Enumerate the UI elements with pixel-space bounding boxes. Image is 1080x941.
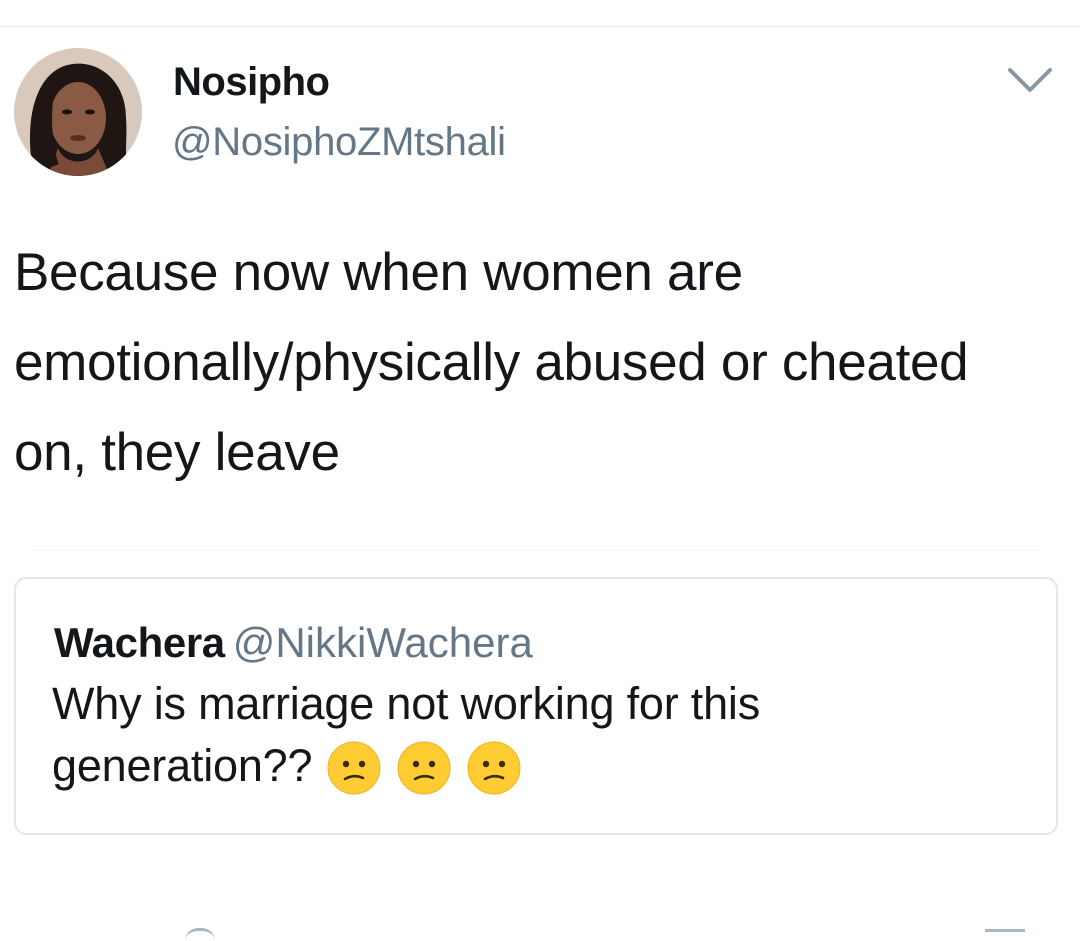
author-avatar[interactable] — [14, 48, 142, 176]
emoji-group — [326, 734, 536, 796]
top-divider — [0, 26, 1080, 27]
quoted-author-name: Wachera — [54, 619, 225, 666]
confused-face-icon — [396, 740, 452, 796]
author-handle[interactable]: @NosiphoZMtshali — [172, 120, 506, 165]
tweet-text: Because now when women are emotionally/p… — [14, 243, 969, 482]
quoted-tweet-text: Why is marriage not working for this gen… — [52, 673, 1032, 800]
reply-icon[interactable] — [185, 928, 215, 941]
confused-face-icon — [326, 740, 382, 796]
confused-face-icon — [466, 740, 522, 796]
profile-photo-icon — [14, 48, 142, 176]
tweet-actions-bar — [0, 920, 1080, 933]
quoted-author-handle: @NikkiWachera — [232, 619, 533, 666]
chevron-down-icon[interactable] — [1002, 60, 1058, 100]
content-divider — [30, 550, 1040, 551]
share-icon[interactable] — [985, 929, 1025, 938]
author-display-name[interactable]: Nosipho — [173, 60, 330, 105]
quoted-tweet-header: Wachera @NikkiWachera — [54, 619, 533, 667]
quoted-tweet-card[interactable]: Wachera @NikkiWachera Why is marriage not… — [14, 577, 1058, 835]
